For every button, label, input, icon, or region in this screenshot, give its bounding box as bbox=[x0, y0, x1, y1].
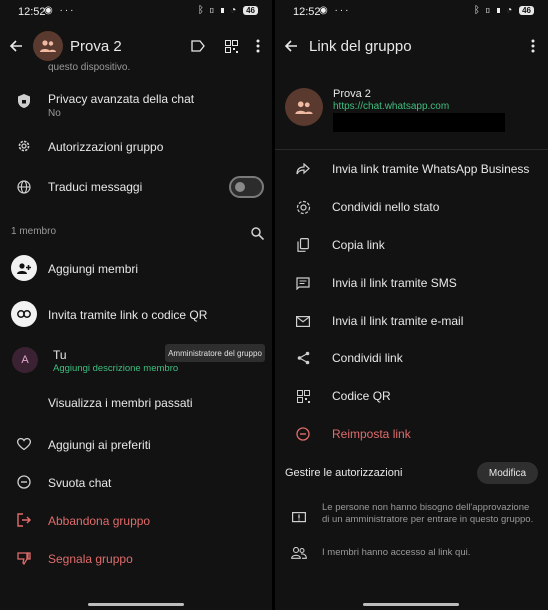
sms-icon bbox=[295, 275, 311, 291]
cut-off-text: questo dispositivo. bbox=[48, 62, 131, 73]
group-name: Prova 2 bbox=[333, 88, 371, 100]
vibrate-icon: ▯ bbox=[484, 5, 492, 16]
gesture-bar[interactable] bbox=[363, 603, 459, 606]
permissions-title: Gestire le autorizzazioni bbox=[285, 467, 403, 479]
screen-title: Link del gruppo bbox=[309, 38, 412, 55]
section-divider bbox=[275, 149, 548, 150]
past-members-link[interactable]: Visualizza i membri passati bbox=[48, 396, 193, 410]
people-icon bbox=[290, 545, 308, 561]
member-name: Tu bbox=[53, 348, 67, 362]
status-left-icons: ◉ ··· bbox=[44, 5, 76, 16]
favorites-label: Aggiungi ai preferiti bbox=[48, 438, 151, 452]
clear-chat-label: Svuota chat bbox=[48, 476, 112, 490]
permissions-label: Autorizzazioni gruppo bbox=[48, 140, 164, 154]
edit-permissions-button[interactable]: Modifica bbox=[477, 462, 538, 484]
signal-icon: ▮ bbox=[219, 5, 227, 16]
vibrate-icon: ▯ bbox=[208, 5, 216, 16]
bluetooth-icon: ᛒ bbox=[473, 5, 481, 16]
share-icon bbox=[295, 350, 311, 366]
email-icon bbox=[295, 313, 311, 329]
signal-icon: ▮ bbox=[495, 5, 503, 16]
telegram-icon: ◉ bbox=[319, 5, 330, 16]
menu-label: Condividi link bbox=[332, 351, 403, 365]
bluetooth-icon: ᛒ bbox=[197, 5, 205, 16]
admin-role-badge: Amministratore del gruppo bbox=[165, 344, 265, 362]
menu-label: Codice QR bbox=[332, 389, 391, 403]
link-icon bbox=[11, 301, 37, 327]
menu-label: Invia il link tramite SMS bbox=[332, 276, 457, 290]
invite-link-label: Invita tramite link o codice QR bbox=[48, 308, 208, 322]
menu-label: Copia link bbox=[332, 238, 385, 252]
member-count: 1 membro bbox=[11, 226, 57, 237]
member-description-link[interactable]: Aggiungi descrizione membro bbox=[53, 363, 178, 374]
exit-icon bbox=[16, 512, 32, 528]
privacy-title: Privacy avanzata della chat bbox=[48, 92, 195, 106]
wifi-icon: ◔ bbox=[506, 5, 514, 16]
overflow-menu-icon[interactable] bbox=[250, 37, 266, 55]
more-dots-icon: ··· bbox=[59, 5, 76, 16]
status-right-icons: ᛒ ▯ ▮ ◔ 46 bbox=[198, 5, 258, 16]
gesture-bar[interactable] bbox=[88, 603, 184, 606]
status-right-icons: ᛒ ▯ ▮ ◔ 46 bbox=[474, 5, 534, 16]
group-avatar[interactable] bbox=[33, 31, 63, 61]
group-link-screen: 12:52 ◉ ··· ᛒ ▯ ▮ ◔ 46 Link del gruppo P… bbox=[275, 0, 548, 610]
member-avatar: A bbox=[12, 347, 38, 373]
search-icon[interactable] bbox=[249, 225, 265, 241]
more-dots-icon: ··· bbox=[334, 5, 351, 16]
translate-label: Traduci messaggi bbox=[48, 180, 143, 194]
add-person-icon bbox=[11, 255, 37, 281]
menu-label: Condividi nello stato bbox=[332, 200, 440, 214]
leave-group-label: Abbandona gruppo bbox=[48, 514, 151, 528]
qr-code-icon[interactable] bbox=[222, 37, 240, 55]
translate-toggle[interactable] bbox=[229, 176, 264, 198]
add-members-label: Aggiungi membri bbox=[48, 262, 139, 276]
battery-icon: 46 bbox=[519, 6, 534, 15]
status-bar: 12:52 ◉ ··· ᛒ ▯ ▮ ◔ 46 bbox=[0, 0, 272, 24]
wifi-icon: ◔ bbox=[230, 5, 238, 16]
group-title[interactable]: Prova 2 bbox=[70, 38, 122, 55]
toggle-knob bbox=[235, 182, 245, 192]
share-forward-icon bbox=[295, 161, 311, 177]
status-bar: 12:52 ◉ ··· ᛒ ▯ ▮ ◔ 46 bbox=[275, 0, 548, 24]
approval-info: Le persone non hanno bisogno dell'approv… bbox=[322, 502, 534, 525]
status-time: 12:52 bbox=[293, 6, 321, 18]
menu-label: Reimposta link bbox=[332, 427, 411, 441]
alert-icon bbox=[291, 510, 307, 526]
overflow-menu-icon[interactable] bbox=[525, 37, 541, 55]
access-info: I membri hanno accesso al link qui. bbox=[322, 547, 471, 558]
group-link-url[interactable]: https://chat.whatsapp.com bbox=[333, 101, 449, 112]
minus-circle-icon bbox=[16, 474, 32, 490]
status-time: 12:52 bbox=[18, 6, 46, 18]
copy-icon bbox=[295, 237, 311, 253]
back-arrow-icon[interactable] bbox=[6, 36, 26, 56]
globe-icon bbox=[16, 179, 32, 195]
group-icon bbox=[40, 40, 56, 52]
group-info-screen: 12:52 ◉ ··· ᛒ ▯ ▮ ◔ 46 Prova 2 questo di… bbox=[0, 0, 272, 610]
reset-icon bbox=[295, 426, 311, 442]
telegram-icon: ◉ bbox=[44, 5, 55, 16]
menu-label: Invia link tramite WhatsApp Business bbox=[332, 162, 530, 176]
shield-icon bbox=[16, 93, 32, 109]
qr-code-icon bbox=[295, 388, 311, 404]
report-group-label: Segnala gruppo bbox=[48, 552, 133, 566]
group-avatar bbox=[285, 88, 323, 126]
group-icon bbox=[295, 100, 313, 114]
status-left-icons: ◉ ··· bbox=[319, 5, 351, 16]
thumbs-down-icon bbox=[16, 550, 32, 566]
back-arrow-icon[interactable] bbox=[281, 36, 301, 56]
heart-icon bbox=[16, 436, 32, 452]
status-icon bbox=[295, 199, 311, 215]
label-tag-icon[interactable] bbox=[188, 37, 208, 55]
redacted-link-code bbox=[333, 113, 505, 132]
gear-icon bbox=[16, 138, 32, 154]
battery-icon: 46 bbox=[243, 6, 258, 15]
privacy-value: No bbox=[48, 108, 61, 119]
menu-label: Invia il link tramite e-mail bbox=[332, 314, 464, 328]
